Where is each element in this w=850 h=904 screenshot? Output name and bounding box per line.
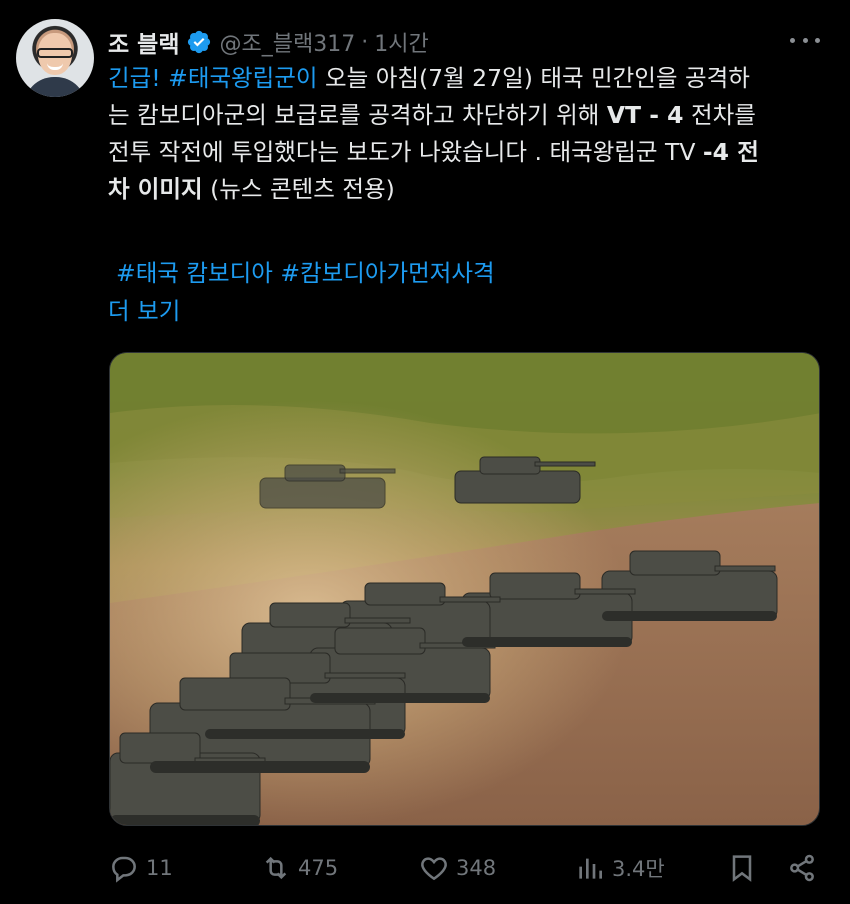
reply-button[interactable]: 11 bbox=[108, 845, 173, 891]
avatar-shirt bbox=[24, 77, 86, 97]
like-icon bbox=[421, 857, 447, 881]
share-icon bbox=[790, 854, 814, 882]
more-dot bbox=[790, 37, 795, 43]
tweet-text-segment: (뉴스 콘텐츠 전용) bbox=[202, 175, 395, 203]
retweet-button[interactable]: 475 bbox=[260, 845, 338, 891]
reply-icon bbox=[112, 856, 136, 883]
bookmark-icon bbox=[732, 855, 752, 882]
show-more-link[interactable]: 더 보기 bbox=[108, 292, 180, 326]
retweet-count: 475 bbox=[298, 856, 339, 880]
tweet-text-segment: 전차를 bbox=[683, 101, 756, 129]
tweet-text-segment: 오늘 아침(7월 27일) 태국 민간인을 공격하 bbox=[317, 64, 750, 92]
separator-dot: · bbox=[361, 29, 369, 55]
tweet-text-segment: 는 캄보디아군의 보급로를 공격하고 차단하기 위해 bbox=[108, 101, 607, 129]
more-dot bbox=[802, 37, 808, 43]
more-options-icon[interactable] bbox=[790, 30, 820, 50]
tweet-text: 긴급! #태국왕립군이 오늘 아침(7월 27일) 태국 민간인을 공격하 는 … bbox=[108, 60, 828, 208]
post-time[interactable]: 1시간 bbox=[374, 26, 428, 58]
action-bar: 11 475 348 3.4만 bbox=[108, 845, 820, 891]
tweet-line-4: 차 이미지 (뉴스 콘텐츠 전용) bbox=[108, 171, 828, 208]
tweet-header: 조 블랙 @조_블랙317 · 1시간 bbox=[108, 25, 429, 59]
tweet-line-2: 는 캄보디아군의 보급로를 공격하고 차단하기 위해 VT - 4 전차를 bbox=[108, 97, 828, 134]
like-button[interactable]: 348 bbox=[418, 845, 496, 891]
tweet-image[interactable] bbox=[109, 352, 820, 826]
avatar[interactable] bbox=[16, 19, 94, 97]
avatar-glasses bbox=[37, 48, 73, 58]
tweet-text-bold: -4 전 bbox=[702, 138, 759, 166]
tweet-line-1: 긴급! #태국왕립군이 오늘 아침(7월 27일) 태국 민간인을 공격하 bbox=[108, 60, 828, 97]
reply-count: 11 bbox=[146, 856, 173, 880]
tweet-text-bold: VT - 4 bbox=[606, 101, 684, 129]
view-count: 3.4만 bbox=[612, 857, 665, 881]
share-button[interactable] bbox=[786, 845, 818, 891]
tweet-text-segment: 전투 작전에 투입했다는 보도가 나왔습니다 . 태국왕립군 TV bbox=[108, 138, 703, 166]
views-button[interactable]: 3.4만 bbox=[574, 845, 665, 891]
display-name[interactable]: 조 블랙 bbox=[108, 25, 180, 59]
tweet-line-3: 전투 작전에 투입했다는 보도가 나왔습니다 . 태국왕립군 TV -4 전 bbox=[108, 134, 828, 171]
user-handle[interactable]: @조_블랙317 bbox=[220, 26, 356, 58]
views-icon bbox=[579, 858, 602, 879]
tank-photo bbox=[110, 353, 819, 825]
more-dot bbox=[815, 37, 820, 43]
hashtag-link[interactable]: 긴급! #태국왕립군이 bbox=[108, 64, 318, 92]
verified-badge-icon bbox=[187, 30, 210, 54]
tweet-text-bold: 차 이미지 bbox=[108, 175, 203, 203]
hashtags[interactable]: #태국 캄보디아 #캄보디아가먼저사격 bbox=[116, 254, 495, 288]
retweet-icon bbox=[265, 856, 287, 880]
bookmark-button[interactable] bbox=[726, 845, 758, 891]
like-count: 348 bbox=[456, 856, 497, 880]
